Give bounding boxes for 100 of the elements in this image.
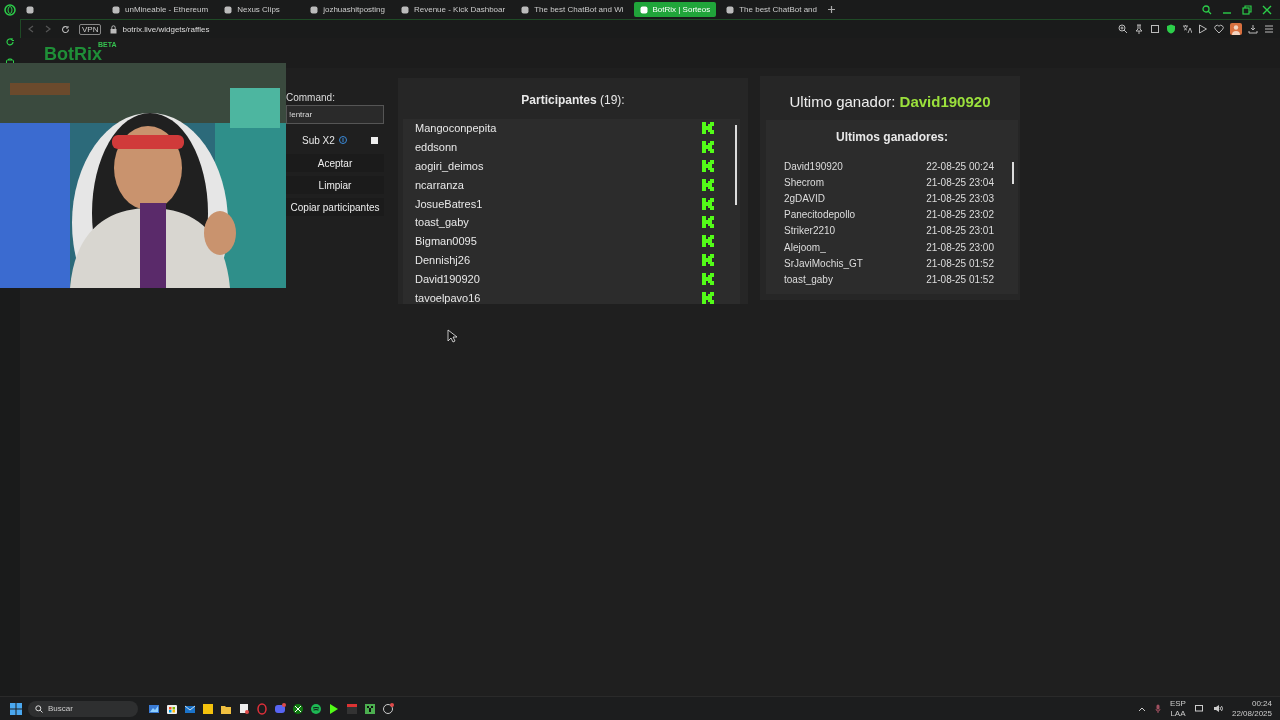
participant-name: tavoelpavo16 [415,291,481,304]
kick-icon [702,235,714,248]
creeper-icon[interactable] [364,702,376,715]
widgets-icon[interactable] [148,702,160,715]
search-field[interactable]: Buscar [28,700,138,717]
kick-icon [702,253,714,266]
win-date: 21-08-25 23:01 [926,225,994,237]
kick-icon [702,141,714,154]
browser-tab[interactable]: Nexus Clips [218,2,301,17]
favicon-icon [310,5,319,14]
copy-participants-button[interactable]: Copiar participantes [286,198,384,216]
winner-name: Shecrom [784,176,824,188]
kick-icon [702,216,714,229]
keyboard-layout-text[interactable]: LAA [1170,708,1186,719]
accept-button[interactable]: Aceptar [286,154,384,172]
scrollbar-thumb[interactable] [735,125,737,205]
snapshot-icon[interactable] [1150,24,1160,34]
browser-tab[interactable]: The best ChatBot and Wi [515,2,630,17]
participant-name: David190920 [415,272,480,285]
snipping-icon[interactable] [238,702,250,715]
browser-tab[interactable]: The best ChatBot and [720,2,823,17]
browser-tab[interactable]: jozhuashitposting [304,2,391,17]
opera-logo-icon[interactable] [4,3,16,16]
participant-name: Dennishj26 [415,253,471,266]
store-icon[interactable] [166,702,178,715]
info-icon[interactable] [338,136,347,144]
close-icon[interactable] [1262,4,1272,15]
winner-name: 2gDAVID [784,192,825,204]
play-icon[interactable] [328,702,340,715]
mixer-icon[interactable] [346,702,358,715]
win-date: 22-08-25 00:24 [926,160,994,172]
display-icon[interactable] [1194,704,1204,713]
kick-icon [702,272,714,285]
translate-icon[interactable] [1182,24,1192,34]
obs-icon[interactable] [382,702,394,715]
last-winner-title: Ultimo ganador: David190920 [788,92,992,112]
xbox-icon[interactable] [292,702,304,715]
participant-name: Mangoconpepita [415,122,497,135]
clock-date[interactable]: 22/08/2025 [1231,708,1272,719]
chevron-up-icon[interactable] [1137,705,1146,712]
browser-tab[interactable]: unMineable - Ethereum [106,2,215,17]
favicon-icon [26,5,34,14]
shield-icon[interactable] [1166,24,1176,34]
vpn-badge[interactable]: VPN [79,23,102,35]
microphone-icon[interactable] [1154,704,1161,713]
menu-icon[interactable] [1264,24,1274,34]
refresh-icon[interactable] [5,37,15,47]
avatar-icon[interactable] [1230,23,1242,35]
speaker-icon[interactable] [1212,704,1223,713]
participant-name: eddsonn [415,141,458,154]
send-icon[interactable] [1198,24,1208,34]
participant-name: toast_gaby [415,216,469,229]
kick-icon [702,160,714,172]
heart-icon[interactable] [1214,24,1224,34]
favicon-icon [401,5,409,14]
win-date: 21-08-25 01:52 [926,257,994,269]
kick-icon [702,122,714,135]
scrollbar-thumb[interactable] [1012,162,1014,184]
reload-icon[interactable] [61,24,70,34]
win-date: 21-08-25 23:00 [926,241,994,253]
command-field[interactable]: !entrar [286,105,384,124]
win-date: 21-08-25 23:03 [926,192,994,204]
participants-title: Participantes (19): [520,92,626,109]
new-tab-icon[interactable] [827,5,836,14]
language-text[interactable]: ESP [1169,698,1186,709]
favicon-icon [726,5,735,14]
search-icon [35,704,43,713]
winners-title: Ultimos ganadores: [835,129,949,146]
music-icon[interactable] [310,702,322,715]
url-field[interactable]: botrix.live/widgets/raffles [122,24,210,34]
command-label: Command: [286,92,336,103]
lock-icon [110,24,118,34]
winner-name: David190920 [784,160,843,172]
kick-icon [702,178,714,191]
participant-name: Bigman0095 [415,235,477,248]
participant-name: ncarranza [415,178,464,191]
pin-icon[interactable] [1134,24,1144,34]
winner-name: toast_gaby [784,273,833,285]
browser-tab[interactable]: Revenue - Kick Dashboar [395,2,512,17]
sub-x2-label: Sub X2 [302,134,335,146]
search-icon[interactable] [1202,4,1212,15]
windows-start-icon[interactable] [10,702,22,715]
winner-name: Striker2210 [784,225,836,237]
note-icon[interactable] [202,702,214,715]
restore-icon[interactable] [1242,4,1252,15]
clock-time[interactable]: 00:24 [1251,698,1272,709]
favicon-icon [224,5,233,14]
participant-name: JosueBatres1 [415,197,483,210]
favicon-icon [521,5,530,14]
download-icon[interactable] [1248,24,1258,34]
zoom-icon[interactable] [1118,24,1128,34]
win-date: 21-08-25 01:52 [926,273,994,285]
winner-name: Alejoom_ [784,241,826,253]
clear-button[interactable]: Limpiar [286,176,384,194]
cursor-icon [447,329,457,343]
winner-name: SrJaviMochis_GT [784,257,863,269]
kick-icon [702,197,714,210]
discord-icon[interactable] [274,702,286,715]
checkbox[interactable] [370,136,378,144]
opera-icon[interactable] [256,702,268,715]
